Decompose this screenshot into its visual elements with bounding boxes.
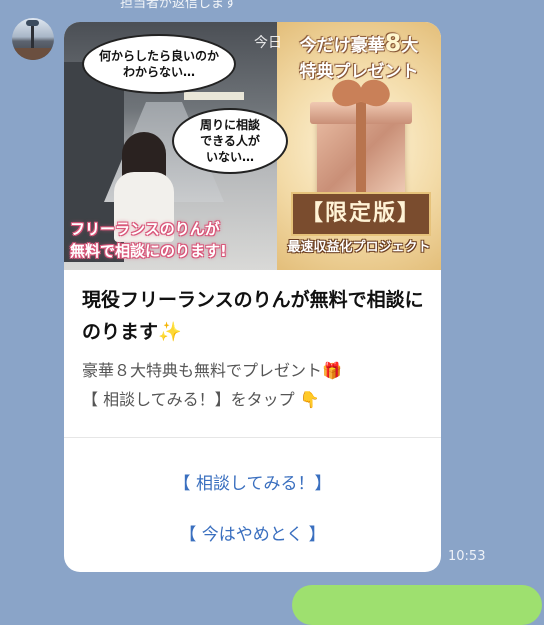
card-divider — [64, 437, 441, 438]
card-description-line1: 豪華８大特典も無料でプレゼント🎁 — [82, 361, 342, 380]
sender-avatar[interactable] — [12, 18, 54, 60]
card-description-line2: 【 相談してみる！】をタップ 👇 — [82, 390, 320, 409]
decline-button[interactable]: 【 今はやめとく 】 — [64, 520, 441, 545]
card-banner-image[interactable]: 今だけ豪華8大 特典プレゼント 【限定版】 最速収益化プロジェクト 何からしたら… — [64, 22, 441, 270]
speech-bubble-2: 周りに相談 できる人が いない… — [172, 108, 288, 174]
promo-title-line2: 特典プレゼント — [299, 62, 419, 82]
speech-bubble-1-text: 何からしたら良いのか わからない… — [98, 49, 219, 79]
consult-button[interactable]: 【 相談してみる！】 — [64, 469, 441, 494]
banner-time-label: 今日 — [254, 35, 282, 51]
speech-bubble-1: 何からしたら良いのか わからない… — [82, 34, 236, 94]
limited-edition-stamp: 【限定版】 — [291, 192, 431, 236]
card-title: 現役フリーランスのりんが無料で相談にのります✨ — [82, 289, 424, 343]
avatar-ground — [12, 48, 54, 60]
banner-caption-line2: 無料で相談にのります! — [70, 242, 227, 260]
rich-message-card: 今だけ豪華8大 特典プレゼント 【限定版】 最速収益化プロジェクト 何からしたら… — [64, 22, 441, 572]
photo-sign — [184, 92, 244, 100]
banner-caption-line1: フリーランスのりんが — [70, 220, 220, 238]
promo-title: 今だけ豪華8大 特典プレゼント — [277, 30, 441, 85]
card-description: 豪華８大特典も無料でプレゼント🎁 【 相談してみる！】をタップ 👇 — [82, 356, 427, 414]
message-timestamp: 10:53 — [448, 549, 486, 564]
promo-title-line1: 今だけ豪華 — [299, 36, 385, 56]
project-name: 最速収益化プロジェクト — [287, 240, 431, 255]
speech-bubble-2-text: 周りに相談 できる人が いない… — [199, 118, 260, 164]
gift-ribbon — [356, 102, 366, 197]
avatar-lamp — [26, 20, 39, 26]
promo-number: 8 — [384, 29, 402, 57]
chat-status-note: 担当者が返信します — [120, 0, 238, 11]
user-message-bubble[interactable] — [292, 585, 542, 625]
promo-title-line1-end: 大 — [401, 36, 419, 56]
banner-caption: フリーランスのりんが 無料で相談にのります! — [70, 218, 282, 262]
